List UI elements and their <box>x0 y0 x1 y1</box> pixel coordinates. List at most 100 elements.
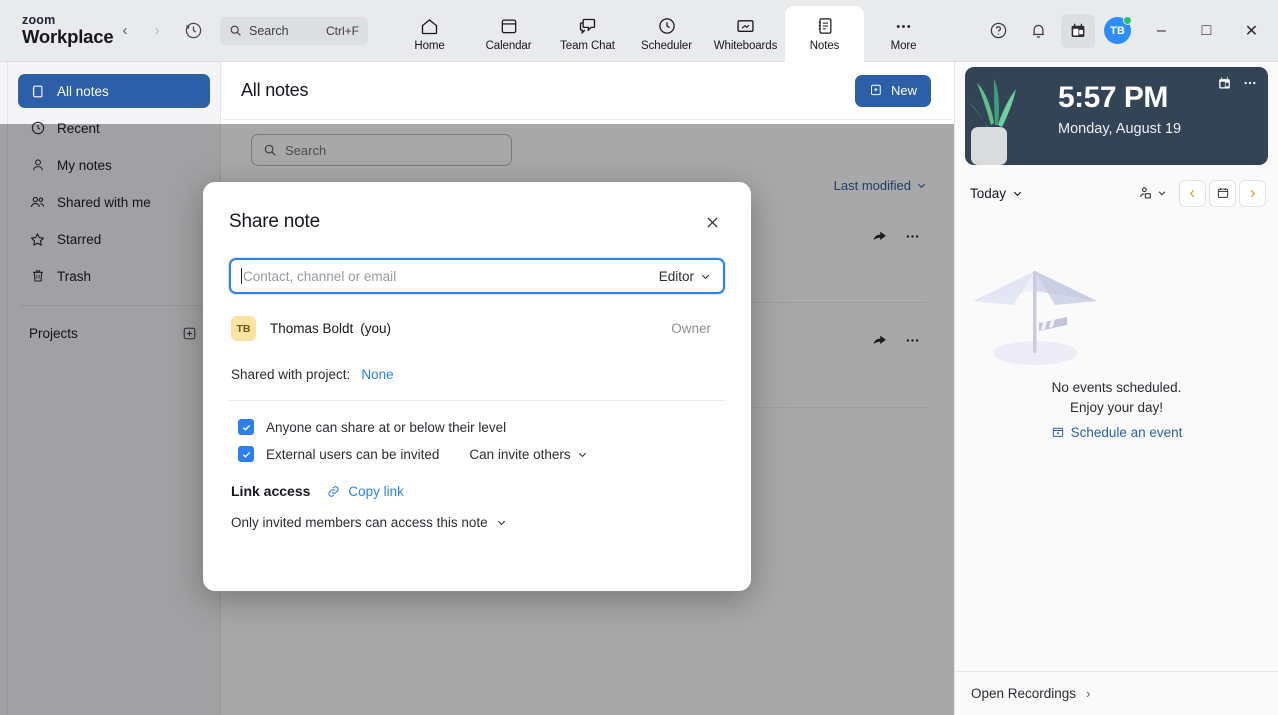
pick-date-button[interactable] <box>1209 179 1236 207</box>
clock-date: Monday, August 19 <box>1058 121 1182 137</box>
tab-more[interactable]: More <box>864 6 943 62</box>
minimize-button[interactable]: – <box>1139 0 1184 62</box>
calendar-add-icon <box>1052 427 1063 437</box>
today-dropdown[interactable]: Today <box>970 186 1023 201</box>
empty-state-line1: No events scheduled. <box>1051 380 1182 395</box>
chevron-down-icon <box>497 520 505 526</box>
chat-icon <box>577 15 598 37</box>
notes-icon <box>815 15 835 37</box>
tab-calendar[interactable]: Calendar <box>469 6 548 62</box>
new-note-label: New <box>890 83 917 98</box>
whiteboard-icon <box>735 15 756 37</box>
access-level-dropdown[interactable]: Only invited members can access this not… <box>229 515 725 530</box>
brand-workplace: Workplace <box>22 26 114 48</box>
clock-card: 5:57 PM Monday, August 19 <box>965 67 1268 165</box>
tab-more-label: More <box>890 40 917 52</box>
dialog-divider <box>229 400 725 401</box>
search-icon <box>230 25 241 36</box>
share-note-dialog: Share note Contact, channel or email Edi… <box>203 182 751 591</box>
copy-link-label: Copy link <box>348 483 404 499</box>
new-note-icon <box>870 84 881 96</box>
global-search-placeholder: Search <box>249 23 289 38</box>
avatar-initials: TB <box>236 322 251 335</box>
link-icon <box>328 485 339 497</box>
history-button[interactable] <box>178 16 208 46</box>
back-button[interactable]: ‹ <box>112 18 138 44</box>
invite-permission-value: Can invite others <box>469 446 571 462</box>
next-day-button[interactable] <box>1239 179 1266 207</box>
text-caret <box>241 268 242 284</box>
day-tools <box>1137 179 1266 207</box>
person-you-suffix: (you) <box>360 321 392 336</box>
tab-scheduler[interactable]: Scheduler <box>627 6 706 62</box>
shared-with-project-label: Shared with project: <box>231 367 351 382</box>
list-item: TB Thomas Boldt (you) Owner <box>229 316 725 341</box>
notes-header: All notes New <box>222 62 953 120</box>
help-button[interactable] <box>981 14 1015 48</box>
schedule-event-link[interactable]: Schedule an event <box>1051 425 1182 440</box>
shared-with-project-value[interactable]: None <box>361 367 393 382</box>
share-recipient-input[interactable]: Contact, channel or email Editor <box>229 258 725 294</box>
tab-notes-label: Notes <box>809 40 840 52</box>
external-users-row[interactable]: External users can be invited Can invite… <box>229 446 725 462</box>
shared-with-project-row: Shared with project: None <box>229 367 725 382</box>
avatar[interactable]: TB <box>1104 16 1132 44</box>
meetings-button[interactable] <box>1061 13 1095 48</box>
dialog-title: Share note <box>229 211 320 232</box>
open-recordings-label: Open Recordings <box>971 686 1077 701</box>
right-sidebar: 5:57 PM Monday, August 19 Today No event… <box>954 62 1278 715</box>
calendar-select-dropdown[interactable] <box>1137 185 1167 201</box>
forward-button[interactable]: › <box>144 18 170 44</box>
presence-dot <box>1123 16 1132 25</box>
page-title: All notes <box>241 80 309 100</box>
chevron-down-icon <box>1158 191 1166 196</box>
tab-team-chat[interactable]: Team Chat <box>548 6 627 62</box>
notifications-button[interactable] <box>1021 14 1055 48</box>
anyone-can-share-row[interactable]: Anyone can share at or below their level <box>229 419 725 435</box>
maximize-button[interactable]: □ <box>1184 0 1229 62</box>
close-dialog-button[interactable] <box>699 209 725 235</box>
calendar-solid-icon <box>1071 23 1085 37</box>
external-users-checkbox[interactable] <box>238 446 254 462</box>
home-icon <box>419 15 440 37</box>
avatar: TB <box>231 316 256 341</box>
tab-whiteboards[interactable]: Whiteboards <box>706 6 785 62</box>
person-name: Thomas Boldt <box>270 321 354 336</box>
invite-permission-dropdown[interactable]: Can invite others <box>469 447 587 462</box>
global-search[interactable]: Search Ctrl+F <box>220 16 368 45</box>
search-shortcut: Ctrl+F <box>326 23 359 38</box>
day-toolbar: Today <box>955 171 1278 215</box>
tab-home[interactable]: Home <box>390 6 469 62</box>
clock-icon <box>657 15 677 37</box>
app-logo: zoom Workplace <box>0 14 114 48</box>
notes-icon <box>29 84 46 99</box>
anyone-can-share-label: Anyone can share at or below their level <box>266 419 507 435</box>
new-note-button[interactable]: New <box>854 74 931 107</box>
clock-time: 5:57 PM <box>1058 81 1168 114</box>
nav-arrows: ‹ › <box>112 18 170 44</box>
tab-notes[interactable]: Notes <box>785 5 864 62</box>
close-icon <box>706 216 718 228</box>
calendar-icon <box>1219 76 1230 88</box>
clock-card-more-button[interactable] <box>1242 75 1258 91</box>
check-icon <box>242 451 250 458</box>
umbrella-illustration <box>973 271 1097 365</box>
calendar-card-icon[interactable] <box>1217 76 1232 91</box>
system-controls: TB – □ ✕ <box>978 0 1278 62</box>
open-recordings-bar[interactable]: Open Recordings › <box>955 671 1278 715</box>
check-icon <box>242 424 250 431</box>
anyone-can-share-checkbox[interactable] <box>238 419 254 435</box>
calendar-icon <box>499 15 519 37</box>
bell-icon <box>1032 24 1044 38</box>
avatar-initials: TB <box>1110 24 1125 37</box>
role-dropdown[interactable]: Editor <box>659 269 711 284</box>
close-window-button[interactable]: ✕ <box>1229 0 1274 62</box>
sidebar-item-all-notes[interactable]: All notes <box>18 74 210 108</box>
person-role: Owner <box>671 321 711 336</box>
tab-whiteboards-label: Whiteboards <box>713 40 778 52</box>
previous-day-button[interactable] <box>1179 179 1206 207</box>
copy-link-button[interactable]: Copy link <box>326 484 404 499</box>
plant-illustration <box>968 79 1016 165</box>
tab-team-chat-label: Team Chat <box>560 40 615 52</box>
empty-state-line2: Enjoy your day! <box>1069 400 1164 416</box>
